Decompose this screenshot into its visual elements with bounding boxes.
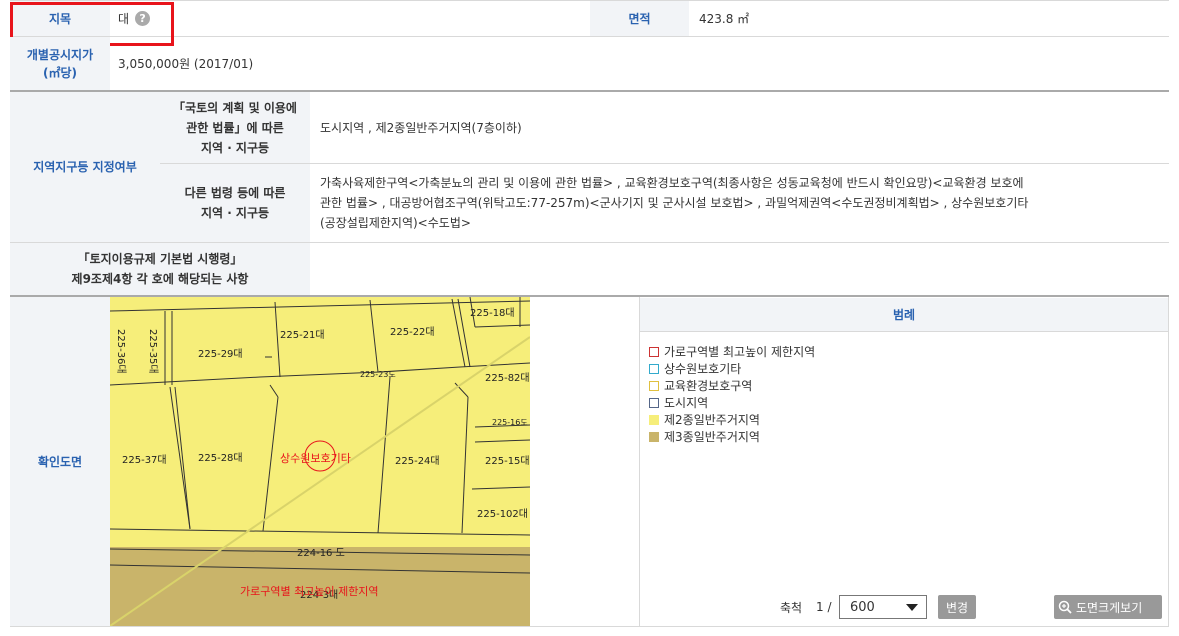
- zone-other-line1: 다른 법령 등에 따른: [184, 186, 286, 200]
- scale-prefix-text: 1 /: [816, 600, 832, 614]
- panel-divider: [639, 297, 640, 626]
- price-value-text: 3,050,000원 (2017/01): [118, 57, 254, 71]
- legend-swatch: [649, 363, 659, 374]
- area-label: 면적: [590, 1, 689, 36]
- overlay-label: 가로구역별 최고높이 제한지역: [240, 585, 379, 598]
- parcel-label: 225-28대: [198, 453, 243, 464]
- parcel-label: 225-82대: [485, 373, 530, 384]
- area-value-text: 423.8 ㎡: [699, 12, 750, 26]
- legend-item: 제2종일반주거지역: [649, 411, 1149, 428]
- zone-label: 지역지구등 지정여부: [10, 92, 160, 242]
- zone-other-value: 가축사육제한구역<가축분뇨의 관리 및 이용에 관한 법률> , 교육환경보호구…: [310, 164, 1169, 242]
- zone-other-line2: 지역 · 지구등: [200, 206, 270, 220]
- area-label-text: 면적: [628, 11, 651, 26]
- enforce-value: [310, 243, 1169, 295]
- parcel-label: 225-16도: [492, 418, 528, 427]
- area-value: 423.8 ㎡: [689, 1, 1169, 36]
- legend-swatch: [649, 346, 659, 357]
- price-label-line1: 개별공시지가: [26, 47, 94, 62]
- panel-divider: [1168, 297, 1169, 626]
- map-label: 확인도면: [10, 297, 110, 626]
- legend-label: 상수원보호기타: [664, 362, 742, 376]
- parcel-label: 225-22대: [390, 327, 435, 338]
- legend-item: 제3종일반주거지역: [649, 428, 1149, 445]
- jimok-value: 대 ?: [110, 1, 590, 36]
- enforce-label-line1: 「토지이용규제 기본법 시행령」: [77, 252, 243, 266]
- change-scale-button-label: 변경: [945, 600, 969, 615]
- parcel-label: 225-21대: [280, 330, 325, 341]
- legend-label: 제3종일반주거지역: [664, 430, 760, 444]
- enlarge-map-button[interactable]: 도면크게보기: [1054, 595, 1162, 619]
- legend-item: 도시지역: [649, 394, 1149, 411]
- legend-item: 상수원보호기타: [649, 360, 1149, 377]
- zone-label-text: 지역지구등 지정여부: [33, 160, 137, 174]
- legend-title-text: 범례: [892, 307, 916, 322]
- parcel-label: 225-18대: [470, 308, 515, 319]
- zone-national-label: 「국토의 계획 및 이용에 관한 법률」에 따른 지역 · 지구등: [160, 92, 310, 163]
- legend-swatch: [649, 380, 659, 391]
- parcel-label: 225-24대: [395, 456, 440, 467]
- parcel-label: 225-102대: [477, 509, 528, 520]
- row-divider: [10, 626, 1169, 627]
- change-scale-button[interactable]: 변경: [938, 595, 976, 619]
- map-label-text: 확인도면: [37, 454, 83, 469]
- parcel-label: 225-35대: [147, 329, 158, 374]
- legend-swatch: [649, 397, 659, 408]
- enlarge-map-button-label: 도면크게보기: [1076, 600, 1143, 615]
- legend-swatch: [649, 414, 659, 425]
- zone-other-value-line1: 가축사육제한구역<가축분뇨의 관리 및 이용에 관한 법률> , 교육환경보호구…: [320, 176, 1024, 190]
- zone-national-line1: 「국토의 계획 및 이용에: [173, 100, 297, 115]
- price-label: 개별공시지가 (㎡당): [10, 37, 110, 90]
- parcel-label: 225-29대: [198, 349, 243, 360]
- legend-label: 가로구역별 최고높이 제한지역: [664, 345, 816, 359]
- scale-prefix: 1 /: [816, 598, 832, 616]
- zone-national-value: 도시지역 , 제2종일반주거지역(7층이하): [310, 92, 1169, 163]
- cadastral-map[interactable]: 225-18대 225-21대 225-22대 225-29대 225-36대 …: [110, 297, 530, 626]
- dropdown-arrow-icon: [906, 604, 918, 611]
- legend-item: 교육환경보호구역: [649, 377, 1149, 394]
- scale-label-text: 축척: [780, 600, 803, 615]
- overlay-label: 상수원보호기타: [280, 452, 351, 465]
- parcel-label: 225-36대: [115, 329, 126, 374]
- zone-other-label: 다른 법령 등에 따른 지역 · 지구등: [160, 164, 310, 242]
- legend-label: 제2종일반주거지역: [664, 413, 760, 427]
- scale-select[interactable]: 600: [839, 595, 927, 619]
- parcel-label: 224-16 도: [297, 548, 345, 559]
- scale-select-value: 600: [850, 599, 875, 615]
- enforce-label-line2: 제9조제4항 각 호에 해당되는 사항: [71, 272, 249, 286]
- zone-national-value-text: 도시지역 , 제2종일반주거지역(7층이하): [320, 121, 522, 135]
- price-value: 3,050,000원 (2017/01): [110, 37, 1169, 90]
- legend-item: 가로구역별 최고높이 제한지역: [649, 343, 1149, 360]
- scale-label: 축척: [780, 598, 802, 616]
- parcel-label: 225-37대: [122, 455, 167, 466]
- legend-list: 가로구역별 최고높이 제한지역 상수원보호기타 교육환경보호구역 도시지역 제2…: [649, 343, 1149, 445]
- zone-other-value-line3: (공장설립제한지역)<수도법>: [320, 216, 471, 230]
- enforce-label: 「토지이용규제 기본법 시행령」 제9조제4항 각 호에 해당되는 사항: [10, 243, 310, 295]
- zoom-in-icon: [1058, 600, 1072, 614]
- legend-title: 범례: [640, 298, 1168, 332]
- zone-national-line3: 지역 · 지구등: [200, 140, 270, 155]
- legend-label: 교육환경보호구역: [664, 379, 753, 393]
- legend-label: 도시지역: [664, 396, 709, 410]
- zone-national-line2: 관한 법률」에 따른: [186, 120, 284, 135]
- parcel-label: 225-15대: [485, 456, 530, 467]
- price-label-line2: (㎡당): [42, 65, 77, 80]
- parcel-label: 225-23도: [360, 370, 396, 379]
- legend-swatch: [649, 431, 659, 442]
- zone-other-value-line2: 관한 법률> , 대공방어협조구역(위탁고도:77-257m)<군사기지 및 군…: [320, 196, 1029, 210]
